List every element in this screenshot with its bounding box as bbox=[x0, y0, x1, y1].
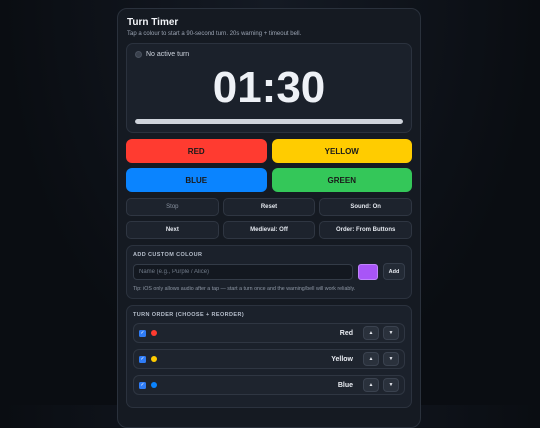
controls-row-1: Stop Reset Sound: On bbox=[126, 198, 412, 216]
ios-audio-tip: Tip: iOS only allows audio after a tap —… bbox=[133, 286, 356, 292]
custom-colour-section: ADD CUSTOM COLOUR Add Tip: iOS only allo… bbox=[126, 245, 412, 299]
next-button[interactable]: Next bbox=[126, 221, 219, 239]
move-down-icon[interactable]: ▼ bbox=[383, 326, 399, 340]
app-title: Turn Timer bbox=[127, 17, 179, 28]
medieval-toggle-button[interactable]: Medieval: Off bbox=[222, 221, 316, 239]
colour-dot-icon bbox=[151, 356, 157, 362]
colour-dot-icon bbox=[151, 330, 157, 336]
custom-colour-name-input[interactable] bbox=[133, 263, 353, 280]
turn-order-heading: TURN ORDER (CHOOSE + REORDER) bbox=[133, 312, 245, 318]
include-checkbox[interactable]: ✓ bbox=[139, 329, 146, 337]
colour-dot-icon bbox=[151, 382, 157, 388]
turn-status-text: No active turn bbox=[146, 51, 190, 58]
red-turn-button[interactable]: RED bbox=[126, 139, 267, 163]
custom-colour-heading: ADD CUSTOM COLOUR bbox=[133, 252, 203, 258]
blue-turn-button[interactable]: BLUE bbox=[126, 168, 267, 192]
controls-row-2: Next Medieval: Off Order: From Buttons bbox=[126, 221, 412, 239]
timer-progress-fill bbox=[135, 119, 403, 124]
order-mode-button[interactable]: Order: From Buttons bbox=[319, 221, 412, 239]
move-down-icon[interactable]: ▼ bbox=[383, 378, 399, 392]
turn-timer-panel: Turn Timer Tap a colour to start a 90-se… bbox=[117, 8, 421, 428]
move-up-icon[interactable]: ▲ bbox=[363, 378, 379, 392]
colour-buttons-grid: RED YELLOW BLUE GREEN bbox=[126, 139, 412, 192]
stop-button[interactable]: Stop bbox=[126, 198, 219, 216]
turn-order-section: TURN ORDER (CHOOSE + REORDER) ✓ Red ▲ ▼ … bbox=[126, 305, 412, 408]
app-subtitle: Tap a colour to start a 90-second turn. … bbox=[127, 31, 302, 37]
turn-order-row: ✓ Red ▲ ▼ bbox=[133, 323, 405, 343]
turn-order-label: Red bbox=[339, 329, 353, 337]
sound-toggle-button[interactable]: Sound: On bbox=[319, 198, 412, 216]
add-colour-button[interactable]: Add bbox=[383, 263, 405, 280]
include-checkbox[interactable]: ✓ bbox=[139, 381, 146, 389]
timer-display-card: No active turn 01:30 bbox=[126, 43, 412, 133]
turn-status: No active turn bbox=[135, 51, 403, 58]
colour-picker-swatch[interactable] bbox=[358, 263, 378, 280]
include-checkbox[interactable]: ✓ bbox=[139, 355, 146, 363]
move-up-icon[interactable]: ▲ bbox=[363, 352, 379, 366]
yellow-turn-button[interactable]: YELLOW bbox=[271, 139, 412, 163]
status-dot-icon bbox=[135, 51, 142, 58]
turn-order-label: Blue bbox=[337, 381, 353, 389]
green-turn-button[interactable]: GREEN bbox=[271, 168, 412, 192]
custom-colour-form: Add bbox=[133, 263, 405, 280]
turn-order-row: ✓ Yellow ▲ ▼ bbox=[133, 349, 405, 369]
move-down-icon[interactable]: ▼ bbox=[383, 352, 399, 366]
timer-readout: 01:30 bbox=[212, 63, 326, 112]
timer-progress-bar bbox=[135, 119, 403, 124]
turn-order-label: Yellow bbox=[331, 355, 353, 363]
reset-button[interactable]: Reset bbox=[222, 198, 316, 216]
move-up-icon[interactable]: ▲ bbox=[363, 326, 379, 340]
turn-order-row: ✓ Blue ▲ ▼ bbox=[133, 375, 405, 395]
